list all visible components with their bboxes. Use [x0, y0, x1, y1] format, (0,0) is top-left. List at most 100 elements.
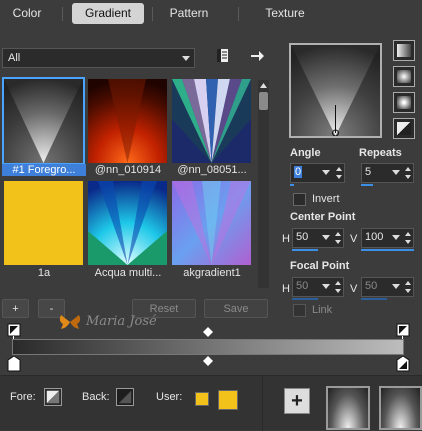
invert-label: Invert	[312, 193, 340, 205]
spin-arrows-icon[interactable]	[335, 165, 343, 181]
rectangular-style-button[interactable]	[393, 66, 415, 87]
spin-arrows-icon[interactable]	[404, 165, 412, 181]
sunburst-gradient-icon	[397, 96, 411, 109]
center-h-spinner[interactable]: 50	[292, 228, 344, 248]
midpoint-diamond-icon[interactable]	[203, 356, 213, 366]
tab-divider	[62, 7, 63, 21]
center-point-label: Center Point	[290, 211, 356, 223]
user-color-swatch[interactable]	[195, 392, 209, 406]
gradient-swatch	[172, 181, 251, 265]
chevron-down-icon[interactable]	[392, 284, 400, 289]
recent-gradient-swatch[interactable]	[379, 386, 422, 430]
gradient-thumbnail[interactable]	[88, 181, 167, 265]
chevron-down-icon[interactable]	[392, 170, 400, 175]
chevron-down-icon[interactable]	[322, 170, 330, 175]
category-dropdown-value: All	[8, 52, 21, 64]
fore-swatch[interactable]	[44, 388, 62, 406]
chevron-down-icon[interactable]	[322, 284, 330, 289]
center-v-label: V	[350, 233, 358, 245]
center-v-value[interactable]: 100	[365, 231, 383, 243]
gradient-swatch	[4, 181, 83, 265]
recent-gradient-swatch[interactable]	[326, 386, 370, 430]
thumbnail-label: akgradient1	[183, 267, 241, 279]
focal-h-slider[interactable]	[292, 298, 318, 300]
tab-pattern[interactable]: Pattern	[160, 3, 218, 24]
repeats-slider[interactable]	[361, 184, 373, 186]
add-to-swatches-button[interactable]: +	[284, 388, 310, 414]
invert-checkbox[interactable]	[293, 193, 306, 206]
angle-spinner[interactable]: 0	[290, 163, 345, 183]
spin-arrows-icon[interactable]	[334, 279, 342, 295]
angle-slider[interactable]	[290, 184, 294, 186]
gradient-swatch	[172, 79, 251, 163]
focal-v-value[interactable]: 50	[365, 280, 377, 292]
save-button[interactable]: Save	[204, 299, 268, 318]
gradient-editor-icon[interactable]	[214, 47, 232, 65]
scrollbar-thumb[interactable]	[259, 92, 268, 110]
thumbnail-label: Acqua multi...	[94, 267, 162, 279]
center-h-value[interactable]: 50	[296, 231, 308, 243]
foreground-stop-marker-icon[interactable]	[396, 323, 410, 337]
thumbnail-label: @nn_010914	[94, 164, 162, 176]
category-dropdown[interactable]: All	[2, 48, 195, 68]
tab-color[interactable]: Color	[2, 3, 52, 24]
focal-h-spinner[interactable]: 50	[292, 277, 344, 297]
focal-h-value[interactable]: 50	[296, 280, 308, 292]
radial-gradient-icon	[397, 122, 411, 135]
arrow-right-icon[interactable]	[248, 47, 266, 65]
fore-label: Fore:	[10, 391, 36, 403]
angle-value[interactable]: 0	[294, 166, 303, 178]
tab-texture[interactable]: Texture	[252, 3, 318, 24]
gradient-thumbnail[interactable]	[2, 77, 85, 165]
user-color-swatch[interactable]	[218, 390, 238, 410]
gradient-thumbnail[interactable]	[172, 79, 251, 163]
rectangular-gradient-icon	[397, 70, 411, 83]
gradient-swatch	[88, 79, 167, 163]
user-label: User:	[156, 391, 183, 403]
angle-label: Angle	[290, 147, 321, 159]
watermark-text: Maria José	[86, 314, 157, 329]
midpoint-diamond-icon[interactable]	[203, 327, 213, 337]
gradient-thumbnail[interactable]	[172, 181, 251, 265]
sunburst-style-button[interactable]	[393, 92, 415, 113]
radial-style-button[interactable]	[393, 118, 415, 139]
focal-h-label: H	[282, 283, 290, 295]
footer-bar: Fore: Back: User: +	[0, 375, 422, 431]
linear-gradient-icon	[397, 44, 411, 57]
center-h-slider[interactable]	[292, 249, 318, 251]
tab-gradient[interactable]: Gradient	[72, 3, 144, 24]
center-v-spinner[interactable]: 100	[361, 228, 414, 248]
opacity-stop-marker-icon[interactable]	[7, 356, 21, 372]
preview-swatch	[291, 45, 380, 137]
spin-arrows-icon[interactable]	[404, 230, 412, 246]
repeats-spinner[interactable]: 5	[361, 163, 414, 183]
tab-bar: Color Gradient Pattern Texture	[0, 0, 422, 28]
linear-style-button[interactable]	[393, 40, 415, 61]
repeats-label: Repeats	[359, 147, 402, 159]
thumbnail-label: 1a	[37, 267, 51, 279]
add-gradient-button[interactable]: +	[2, 299, 29, 318]
thumbnail-label: #1 Foregro...	[2, 164, 86, 176]
back-swatch[interactable]	[116, 388, 134, 406]
gradient-preview[interactable]	[289, 43, 382, 138]
spin-arrows-icon[interactable]	[404, 279, 412, 295]
gradient-editor-bar[interactable]	[12, 339, 404, 355]
thumbnail-scrollbar[interactable]	[258, 80, 269, 288]
gradient-thumbnail[interactable]	[4, 181, 83, 265]
repeats-value[interactable]: 5	[365, 166, 371, 178]
foreground-stop-marker-icon[interactable]	[7, 323, 21, 337]
link-checkbox[interactable]	[293, 304, 306, 317]
opacity-stop-marker-icon[interactable]	[396, 356, 410, 372]
spin-arrows-icon[interactable]	[334, 230, 342, 246]
thumbnail-label: @nn_08051...	[177, 164, 247, 176]
focal-v-spinner[interactable]: 50	[361, 277, 414, 297]
gradient-thumbnail[interactable]	[88, 79, 167, 163]
focal-v-slider[interactable]	[361, 298, 387, 300]
chevron-down-icon[interactable]	[322, 235, 330, 240]
tab-divider	[238, 7, 239, 21]
chevron-down-icon[interactable]	[392, 235, 400, 240]
center-v-slider[interactable]	[361, 249, 414, 251]
gradient-swatch	[4, 79, 83, 163]
footer-divider	[262, 376, 263, 431]
chevron-up-icon[interactable]	[259, 82, 268, 89]
